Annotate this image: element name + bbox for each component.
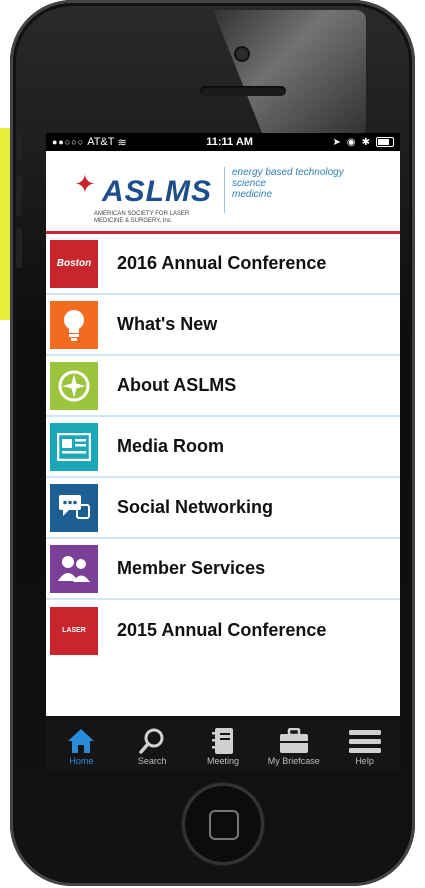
tagline-line-2: science <box>232 178 266 189</box>
menu-item-social-networking[interactable]: Social Networking <box>46 478 400 539</box>
menu-item-label: About ASLMS <box>117 375 237 395</box>
status-bar: ●●○○○ AT&T ≋ 11:11 AM ➤ ◉ ✱ <box>46 133 400 151</box>
header-divider <box>224 167 225 213</box>
menu-item-whats-new[interactable]: What's New <box>46 295 400 356</box>
earpiece-speaker <box>200 86 286 96</box>
silent-switch <box>16 132 22 160</box>
menu-item-label: Member Services <box>117 558 266 578</box>
battery-icon <box>376 137 394 147</box>
home-icon <box>67 726 95 756</box>
glass-glare <box>213 10 366 138</box>
newspaper-icon <box>50 422 98 471</box>
tagline-line-3: medicine <box>232 189 273 200</box>
clock: 11:11 AM <box>206 136 253 148</box>
menu-item-member-services[interactable]: Member Services <box>46 539 400 600</box>
main-menu: Boston 2016 Annual Conference What's New… <box>46 234 400 661</box>
home-button-square-icon <box>209 810 239 840</box>
tab-search[interactable]: Search <box>117 726 187 766</box>
tab-label: Help <box>355 756 374 766</box>
tab-my-briefcase[interactable]: My Briefcase <box>259 726 329 766</box>
notebook-icon <box>211 726 234 756</box>
lightbulb-icon <box>50 300 98 349</box>
tagline-line-1: energy based technology <box>232 167 344 178</box>
home-button[interactable] <box>182 783 264 865</box>
tab-label: Home <box>69 756 94 766</box>
tab-help[interactable]: Help <box>330 726 400 766</box>
menu-item-media-room[interactable]: Media Room <box>46 417 400 478</box>
tab-label: Meeting <box>206 756 239 766</box>
signal-strength-icon: ●●○○○ <box>52 137 85 147</box>
logo-wordmark: ASLMS <box>102 175 212 208</box>
laser-logo-icon: LASER <box>50 606 98 655</box>
menu-item-label: 2015 Annual Conference <box>117 620 327 640</box>
boston-logo-icon: Boston <box>50 239 98 288</box>
menu-item-2016-conference[interactable]: Boston 2016 Annual Conference <box>46 234 400 295</box>
tab-label: My Briefcase <box>267 756 320 766</box>
app-screen: ●●○○○ AT&T ≋ 11:11 AM ➤ ◉ ✱ ✦ ASLMS AMER… <box>46 133 400 770</box>
wifi-icon: ≋ <box>117 136 127 149</box>
menu-item-2015-conference[interactable]: LASER 2015 Annual Conference <box>46 600 400 661</box>
aslms-logo: ✦ ASLMS AMERICAN SOCIETY FOR LASER MEDIC… <box>72 161 222 224</box>
menu-item-label: 2016 Annual Conference <box>117 253 327 273</box>
people-icon <box>50 544 98 593</box>
menu-icon <box>348 726 381 756</box>
carrier-label: AT&T <box>87 136 115 148</box>
front-camera-icon <box>236 48 248 60</box>
menu-item-label: Media Room <box>117 436 225 456</box>
menu-item-label: Social Networking <box>117 497 274 517</box>
volume-up-button <box>16 176 22 216</box>
logo-star-icon: ✦ <box>74 169 96 199</box>
briefcase-icon <box>279 726 309 756</box>
menu-item-label: What's New <box>117 314 218 334</box>
chat-icon <box>50 483 98 532</box>
location-arrow-icon: ➤ <box>332 136 341 148</box>
tab-meeting[interactable]: Meeting <box>188 726 258 766</box>
bluetooth-icon: ✱ <box>361 136 370 148</box>
logo-subtext: AMERICAN SOCIETY FOR LASER MEDICINE & SU… <box>94 211 190 224</box>
tab-label: Search <box>137 756 167 766</box>
search-icon <box>139 726 165 756</box>
tagline: energy based technology science medicine <box>232 167 344 200</box>
app-header: ✦ ASLMS AMERICAN SOCIETY FOR LASER MEDIC… <box>46 151 400 234</box>
menu-item-about-aslms[interactable]: About ASLMS <box>46 356 400 417</box>
tab-bar: Home Search Meeting My Briefcase Help <box>46 716 400 770</box>
alarm-icon: ◉ <box>346 136 356 148</box>
volume-down-button <box>16 228 22 268</box>
tab-home[interactable]: Home <box>46 726 116 766</box>
compass-icon <box>50 361 98 410</box>
